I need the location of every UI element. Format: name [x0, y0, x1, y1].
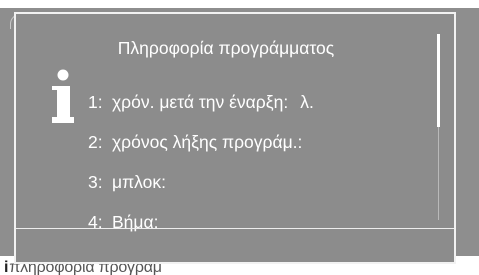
- row-label: μπλοκ:: [112, 172, 166, 192]
- device-screen: iπληροφορία προγράμ Πληροφορία προγράμμα…: [0, 0, 479, 275]
- program-info-dialog: Πληροφορία προγράμματος 1: χρόν. μετά την…: [14, 12, 456, 264]
- info-row-elapsed-time: 1: χρόν. μετά την έναρξη: λ.: [88, 92, 314, 113]
- info-icon: i: [4, 259, 9, 275]
- row-label: χρόνος λήξης προγράμ.:: [112, 132, 303, 152]
- background-top-bar: [0, 0, 479, 8]
- row-label: χρόν. μετά την έναρξη:: [112, 92, 289, 112]
- row-number: 1:: [88, 92, 103, 112]
- info-icon: [50, 69, 76, 125]
- row-number: 2:: [88, 132, 103, 152]
- scrollbar-thumb[interactable]: [437, 34, 440, 127]
- dialog-title: Πληροφορία προγράμματος: [117, 38, 335, 58]
- row-number: 3:: [88, 172, 103, 192]
- info-row-block: 3: μπλοκ:: [88, 172, 178, 193]
- row-value: λ.: [300, 92, 314, 112]
- dialog-footer: [16, 229, 454, 262]
- info-row-program-end-time: 2: χρόνος λήξης προγράμ.:: [88, 132, 314, 153]
- scrollbar[interactable]: [437, 34, 440, 220]
